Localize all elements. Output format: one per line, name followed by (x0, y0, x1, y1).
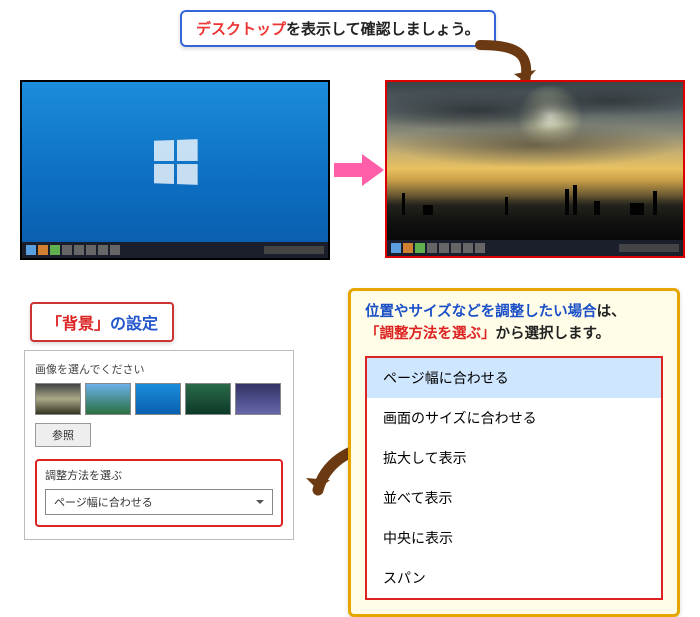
callout-desktop-check: デスクトップを表示して確認しましょう。 (180, 10, 496, 47)
fit-option[interactable]: 並べて表示 (367, 478, 661, 518)
taskbar (22, 242, 328, 258)
arrow-before-after (334, 150, 384, 190)
browse-button[interactable]: 参照 (35, 423, 91, 447)
callout-rest: を表示して確認しましょう。 (286, 21, 480, 38)
explainer-text: 位置やサイズなどを調整したい場合は、 「調整方法を選ぶ」から選択します。 (365, 301, 663, 346)
wallpaper-thumb[interactable] (185, 383, 231, 415)
taskbar (387, 240, 683, 256)
fit-option[interactable]: ページ幅に合わせる (367, 358, 661, 398)
panel-title-quoted: 「背景」 (46, 316, 110, 333)
fit-method-group: 調整方法を選ぶ ページ幅に合わせる (35, 459, 283, 527)
fit-option[interactable]: 拡大して表示 (367, 438, 661, 478)
fit-method-dropdown[interactable]: ページ幅に合わせる (45, 489, 273, 515)
wallpaper-thumb[interactable] (35, 383, 81, 415)
windows-logo-icon (154, 139, 198, 185)
fit-options-menu: ページ幅に合わせる 画面のサイズに合わせる 拡大して表示 並べて表示 中央に表示… (365, 356, 663, 600)
choose-image-label: 画像を選んでください (35, 361, 283, 377)
wallpaper-thumbnails (35, 383, 283, 415)
windows-default-wallpaper (22, 82, 328, 242)
wallpaper-thumb[interactable] (85, 383, 131, 415)
panel-title-background-settings: 「背景」の設定 (30, 302, 174, 342)
screenshot-default-desktop (20, 80, 330, 260)
callout-highlight: デスクトップ (196, 21, 286, 38)
fit-option[interactable]: 画面のサイズに合わせる (367, 398, 661, 438)
screenshot-custom-desktop (385, 80, 685, 258)
fit-option[interactable]: 中央に表示 (367, 518, 661, 558)
fit-method-value: ページ幅に合わせる (54, 497, 153, 509)
fit-options-explainer: 位置やサイズなどを調整したい場合は、 「調整方法を選ぶ」から選択します。 ページ… (348, 288, 680, 617)
wallpaper-thumb[interactable] (235, 383, 281, 415)
wallpaper-thumb[interactable] (135, 383, 181, 415)
fit-option[interactable]: スパン (367, 558, 661, 598)
sunset-wallpaper (387, 82, 683, 240)
fit-method-label: 調整方法を選ぶ (45, 467, 273, 483)
panel-title-rest: の設定 (110, 316, 158, 333)
background-settings-panel: 画像を選んでください 参照 調整方法を選ぶ ページ幅に合わせる (24, 350, 294, 540)
